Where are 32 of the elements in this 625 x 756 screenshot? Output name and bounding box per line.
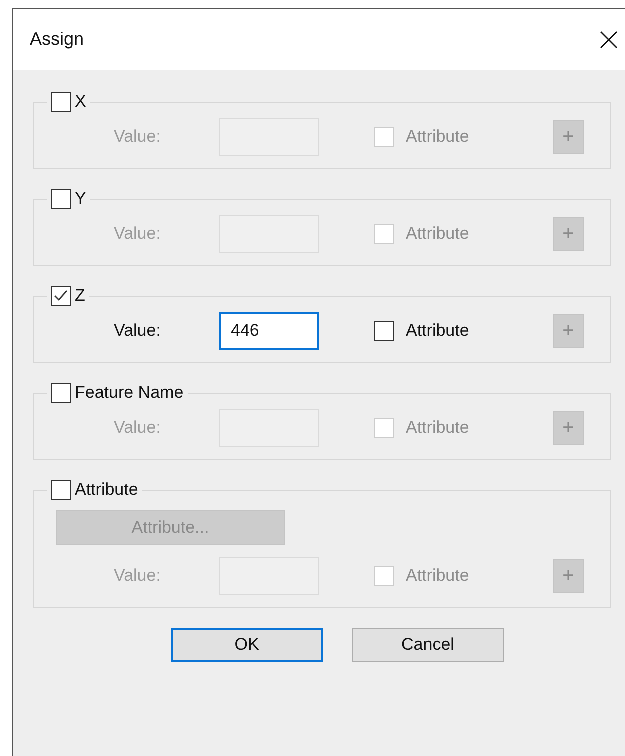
group-label: Attribute [75,480,138,500]
value-field[interactable]: 446 [219,312,319,350]
attribute-label: Attribute [406,224,470,244]
checkbox[interactable] [51,480,71,500]
group-label: Z [75,286,86,306]
value-label: Value: [114,224,162,244]
add-button[interactable]: + [553,217,584,251]
add-button[interactable]: + [553,314,584,348]
window-title: Assign [30,29,84,50]
add-button[interactable]: + [553,559,584,593]
attribute-label: Attribute [406,127,470,147]
dialog-button[interactable]: OK [171,628,323,662]
group-label: Y [75,189,86,209]
value-label: Value: [114,566,162,586]
checkbox[interactable] [51,92,71,112]
checkbox[interactable] [51,189,71,209]
attribute-checkbox[interactable] [374,321,394,341]
add-button[interactable]: + [553,120,584,154]
checkbox[interactable] [51,286,71,306]
add-button[interactable]: + [553,411,584,445]
check-icon [53,288,69,304]
group-label: X [75,92,86,112]
value-label: Value: [114,321,162,341]
value-label: Value: [114,127,162,147]
attribute-label: Attribute [406,321,470,341]
dialog-button[interactable]: Cancel [352,628,504,662]
close-icon[interactable] [600,31,618,49]
group-label: Feature Name [75,383,184,403]
value-label: Value: [114,418,162,438]
attribute-label: Attribute [406,418,470,438]
attribute-label: Attribute [406,566,470,586]
checkbox[interactable] [51,383,71,403]
